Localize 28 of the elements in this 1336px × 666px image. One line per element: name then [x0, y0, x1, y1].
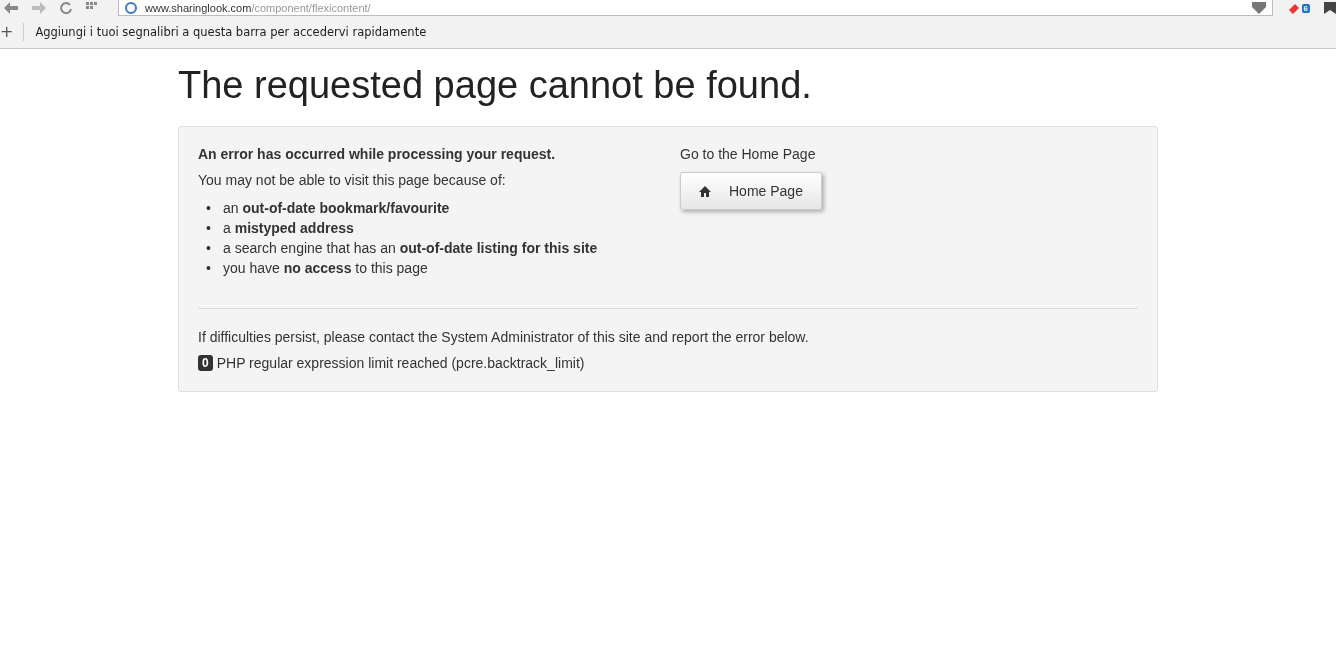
home-page-button[interactable]: Home Page: [680, 172, 822, 210]
address-bar[interactable]: www.sharinglook.com/component/flexicontent/: [118, 0, 1273, 16]
home-icon: [699, 185, 711, 197]
error-heading: An error has occurred while processing your request.: [198, 146, 557, 162]
contact-text: If difficulties persist, please contact the System Administrator of this site and report the error below.: [198, 329, 810, 345]
bookmarks-hint: Aggiungi i tuoi segnalibri a questa barra per accedervi rapidamente: [35, 25, 427, 39]
page-title: The requested page cannot be found.: [178, 64, 813, 107]
reason-item: you have no access to this page: [223, 259, 428, 278]
error-code: 0: [198, 355, 213, 371]
reload-icon[interactable]: [60, 2, 72, 14]
bullet-mark: •: [206, 259, 212, 278]
reason-item: a mistyped address: [223, 219, 354, 238]
shield-icon[interactable]: [1251, 1, 1266, 14]
bullet-mark: •: [206, 199, 212, 218]
back-arrow-icon[interactable]: [4, 2, 18, 14]
home-hint: Go to the Home Page: [680, 146, 817, 162]
add-bookmark-button[interactable]: +: [0, 23, 25, 41]
extension-badge: 6: [1301, 3, 1310, 13]
bookmark-icon[interactable]: [1324, 2, 1336, 14]
intro-text: You may not be able to visit this page because of:: [198, 172, 507, 188]
reason-item: an out-of-date bookmark/favourite: [223, 199, 450, 218]
error-message: PHP regular expression limit reached (pcre.backtrack_limit): [216, 355, 585, 371]
url-text: www.sharinglook.com/component/flexicontent/: [145, 1, 372, 14]
bullet-mark: •: [206, 219, 212, 238]
site-info-icon: [125, 1, 137, 14]
forward-arrow-icon[interactable]: [32, 2, 46, 14]
reason-item: a search engine that has an out-of-date listing for this site: [223, 239, 598, 258]
bullet-mark: •: [206, 239, 212, 258]
